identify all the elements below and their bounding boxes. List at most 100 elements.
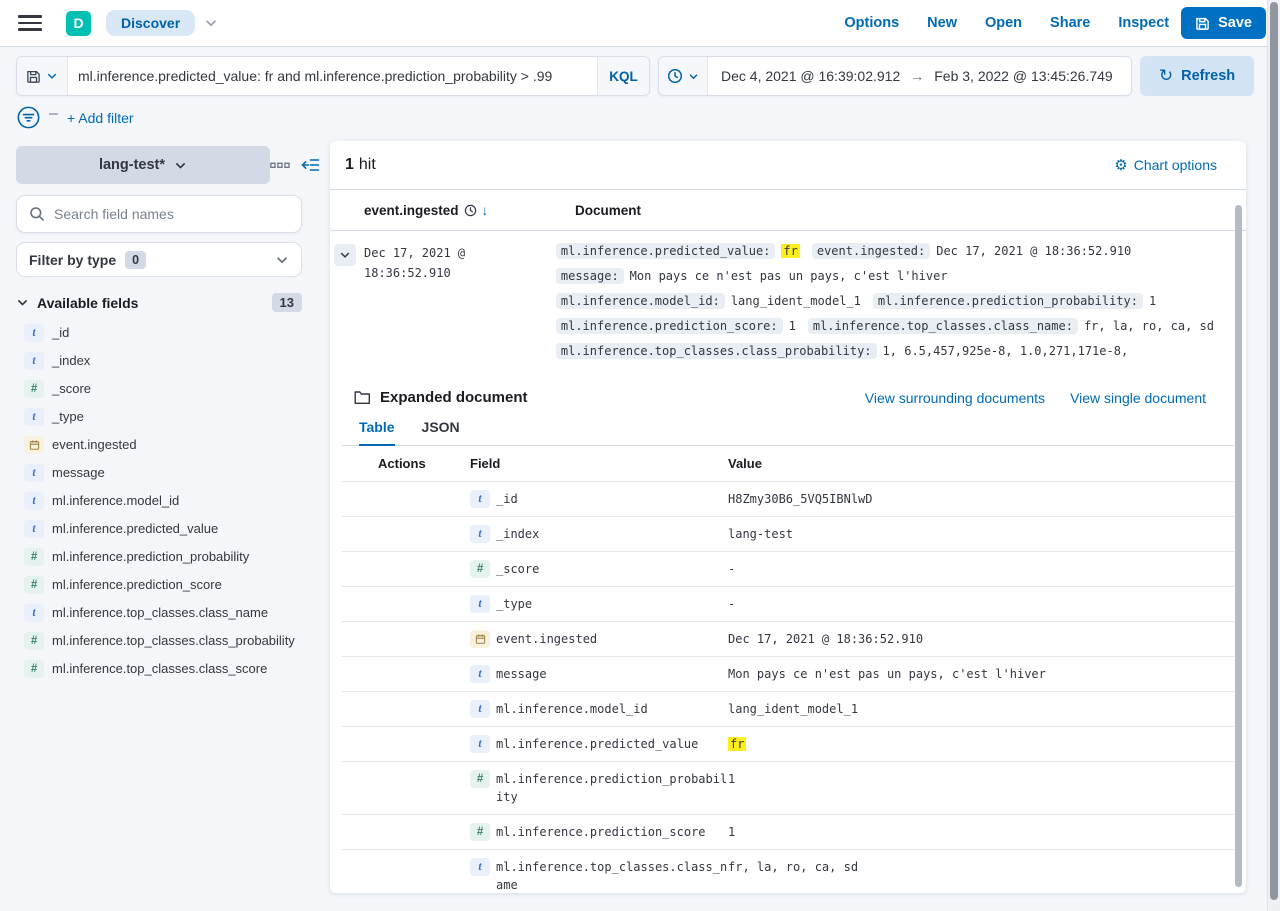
refresh-button[interactable]: ↻ Refresh xyxy=(1140,56,1254,96)
field-name-label: ml.inference.predicted_value xyxy=(52,520,218,538)
add-filter-button[interactable]: + Add filter xyxy=(67,110,134,126)
document-column-header: Document xyxy=(575,203,641,218)
table-row-ml.inference.prediction_score: #ml.inference.prediction_score1 xyxy=(342,815,1234,850)
field-item-_type[interactable]: t_type xyxy=(16,403,308,431)
field-item-_id[interactable]: t_id xyxy=(16,319,308,347)
nav-link-inspect[interactable]: Inspect xyxy=(1118,15,1169,31)
number-type-icon: # xyxy=(24,380,44,398)
collapse-sidebar-icon[interactable] xyxy=(301,157,320,173)
tab-table[interactable]: Table xyxy=(359,419,395,446)
table-row-event.ingested: event.ingestedDec 17, 2021 @ 18:36:52.91… xyxy=(342,622,1234,657)
view-single-document-link[interactable]: View single document xyxy=(1070,390,1206,406)
start-date-button[interactable]: Dec 4, 2021 @ 16:39:02.912 xyxy=(721,68,900,84)
index-pattern-switcher[interactable]: lang-test* xyxy=(16,146,270,184)
saved-query-menu-button[interactable] xyxy=(17,57,68,95)
query-input[interactable] xyxy=(68,57,597,95)
field-name-label: ml.inference.model_id xyxy=(496,700,648,718)
view-surrounding-documents-link[interactable]: View surrounding documents xyxy=(865,390,1045,406)
text-type-icon: t xyxy=(470,525,490,543)
refresh-icon: ↻ xyxy=(1159,66,1173,86)
field-item-ml.inference.top_classes.class_score[interactable]: #ml.inference.top_classes.class_score xyxy=(16,655,308,683)
search-input[interactable] xyxy=(54,206,289,222)
field-item-ml.inference.top_classes.class_name[interactable]: tml.inference.top_classes.class_name xyxy=(16,599,308,627)
boxes-horizontal-icon[interactable] xyxy=(270,162,290,169)
text-type-icon: t xyxy=(24,520,44,538)
row-actions xyxy=(378,665,470,683)
field-name-label: ml.inference.prediction_score xyxy=(52,576,222,594)
table-row-ml.inference.top_classes.class_name: tml.inference.top_classes.class_namefr, … xyxy=(342,850,1234,893)
text-type-icon: t xyxy=(470,700,490,718)
nav-link-new[interactable]: New xyxy=(927,15,957,31)
field-item-ml.inference.prediction_score[interactable]: #ml.inference.prediction_score xyxy=(16,571,308,599)
row-actions xyxy=(378,560,470,578)
text-type-icon: t xyxy=(470,595,490,613)
field-name-label: _type xyxy=(52,408,84,426)
text-type-icon: t xyxy=(470,858,490,876)
field-item-_score[interactable]: #_score xyxy=(16,375,308,403)
save-icon xyxy=(1195,16,1210,31)
filter-menu-icon[interactable] xyxy=(17,106,40,129)
end-date-button[interactable]: Feb 3, 2022 @ 13:45:26.749 xyxy=(934,68,1112,84)
field-value: Mon pays ce n'est pas un pays, c'est l'h… xyxy=(630,269,948,283)
table-scrollbar[interactable] xyxy=(1235,205,1242,887)
field-item-ml.inference.predicted_value[interactable]: t ml.inference.predicted_value xyxy=(16,515,308,543)
row-value: H8Zmy30B6_5VQ5IBNlwD xyxy=(728,490,1234,508)
row-field: event.ingested xyxy=(470,630,728,648)
nav-link-open[interactable]: Open xyxy=(985,15,1022,31)
available-fields-toggle[interactable]: Available fields 13 xyxy=(16,293,302,312)
search-icon xyxy=(29,206,45,222)
text-type-icon: t xyxy=(470,490,490,508)
page-scrollbar[interactable] xyxy=(1267,0,1280,911)
row-field: t ml.inference.model_id xyxy=(470,700,728,718)
field-value: 1, 6.5,457,925e-8, 1.0,271,171e-8, xyxy=(883,344,1129,358)
row-field: tmessage xyxy=(470,665,728,683)
chart-options-button[interactable]: ⚙ Chart options xyxy=(1114,156,1231,174)
field-item-event.ingested[interactable]: event.ingested xyxy=(16,431,308,459)
query-language-button[interactable]: KQL xyxy=(597,57,649,95)
calendar-icon xyxy=(470,630,490,648)
document-summary-line: ml.inference.prediction_score:1ml.infere… xyxy=(556,318,1226,334)
table-row-message: tmessageMon pays ce n'est pas un pays, c… xyxy=(342,657,1234,692)
number-type-icon: # xyxy=(24,660,44,678)
field-chip: ml.inference.model_id: xyxy=(556,293,725,309)
table-row-_type: t_type- xyxy=(342,587,1234,622)
nav-link-share[interactable]: Share xyxy=(1050,15,1090,31)
page-scrollbar-thumb[interactable] xyxy=(1270,2,1278,900)
text-type-icon: t xyxy=(24,352,44,370)
field-item-_index[interactable]: t _index xyxy=(16,347,308,375)
field-chip: ml.inference.top_classes.class_name: xyxy=(808,318,1078,334)
header-nav: Options New Open Share Inspect xyxy=(844,15,1169,31)
field-chip: ml.inference.predicted_value: xyxy=(556,243,776,259)
collapse-row-button[interactable] xyxy=(334,244,356,266)
document-summary-line: ml.inference.top_classes.class_probabili… xyxy=(556,343,1226,359)
breadcrumb-discover[interactable]: Discover xyxy=(106,10,195,36)
sort-descending-icon[interactable]: ↓ xyxy=(482,203,489,218)
field-item-ml.inference.prediction_probability[interactable]: #ml.inference.prediction_probability xyxy=(16,543,308,571)
field-name-label: _index xyxy=(52,352,90,370)
row-value: lang-test xyxy=(728,525,1234,543)
discover-results-panel: 1 hit ⚙ Chart options event.ingested ↓ D… xyxy=(330,141,1246,893)
date-range: Dec 4, 2021 @ 16:39:02.912 → Feb 3, 2022… xyxy=(708,57,1131,95)
time-column-header[interactable]: event.ingested xyxy=(364,203,459,218)
quick-time-menu-button[interactable] xyxy=(659,57,708,95)
field-item-message[interactable]: tmessage xyxy=(16,459,308,487)
filter-by-type-button[interactable]: Filter by type 0 xyxy=(16,242,302,277)
nav-link-options[interactable]: Options xyxy=(844,15,899,31)
field-item-ml.inference.top_classes.class_probability[interactable]: #ml.inference.top_classes.class_probabil… xyxy=(16,627,308,655)
chevron-down-icon xyxy=(46,70,58,82)
chevron-down-icon[interactable] xyxy=(204,16,218,30)
chevron-down-icon xyxy=(688,71,699,82)
app-logo[interactable]: D xyxy=(66,11,91,36)
tab-json[interactable]: JSON xyxy=(422,419,460,445)
range-arrow-icon: → xyxy=(910,68,924,84)
row-value: fr, la, ro, ca, sd xyxy=(728,858,1234,893)
field-item-ml.inference.model_id[interactable]: tml.inference.model_id xyxy=(16,487,308,515)
field-name-label: _index xyxy=(496,525,539,543)
number-type-icon: # xyxy=(24,548,44,566)
row-value: 1 xyxy=(728,823,1234,841)
document-summary-line: ml.inference.predicted_value:frevent.ing… xyxy=(556,243,1226,259)
menu-icon[interactable] xyxy=(18,11,42,35)
number-type-icon: # xyxy=(470,770,490,788)
save-button[interactable]: Save xyxy=(1181,7,1266,39)
expanded-document-title: Expanded document xyxy=(380,389,528,406)
